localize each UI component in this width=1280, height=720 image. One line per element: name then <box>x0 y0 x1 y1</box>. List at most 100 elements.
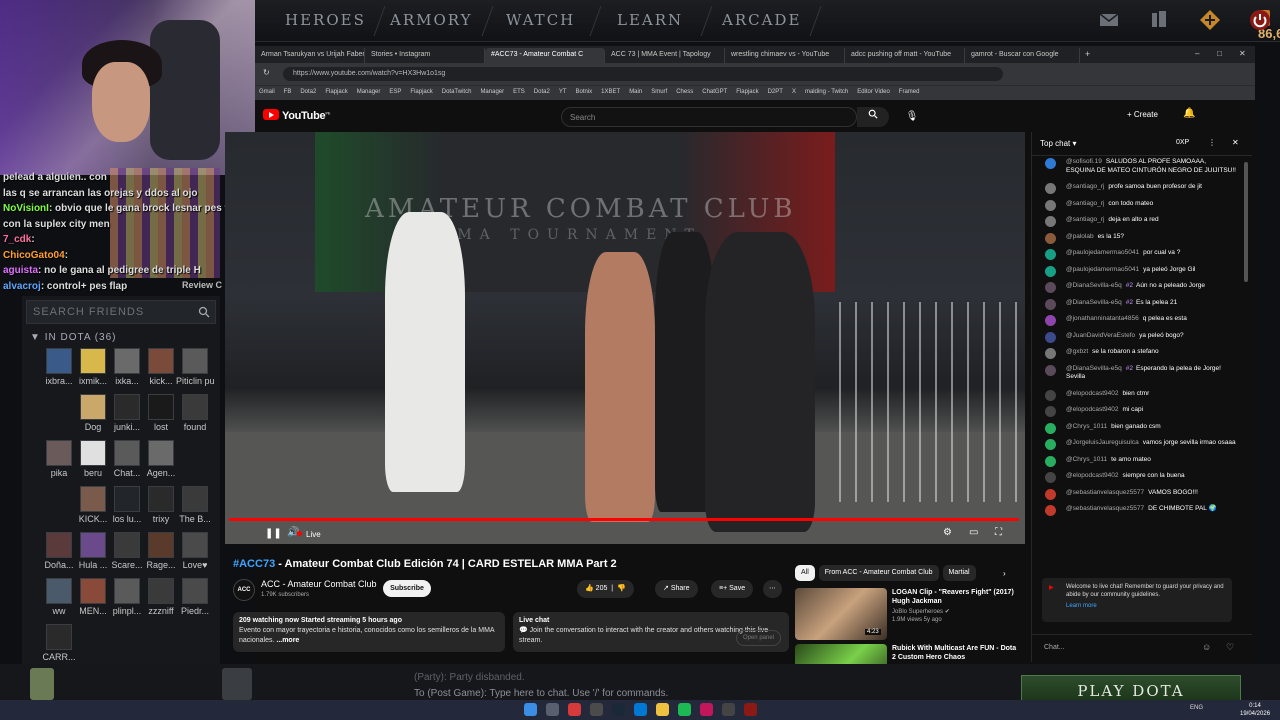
friend-entry[interactable]: MEN... <box>74 578 112 624</box>
maximize-icon[interactable]: □ <box>1217 49 1222 58</box>
bookmark-item[interactable]: Gmail <box>259 89 275 95</box>
friend-entry[interactable]: beru <box>74 440 112 486</box>
browser-tab[interactable]: Stories • Instagram <box>365 48 485 63</box>
more-actions-icon[interactable]: ⋯ <box>763 580 782 598</box>
friend-entry[interactable]: Love♥ <box>176 532 214 578</box>
friend-entry[interactable]: trixy <box>142 486 180 532</box>
close-window-icon[interactable]: ✕ <box>1239 49 1246 58</box>
bookmark-item[interactable]: Manager <box>357 89 381 95</box>
title-hashtag[interactable]: #ACC73 <box>233 558 275 570</box>
chat-author[interactable]: @elopodcast9402 <box>1066 406 1119 413</box>
dislike-icon[interactable]: 👎 <box>617 585 626 592</box>
youtube-logo[interactable]: YouTubePE <box>263 109 330 122</box>
chat-scrollbar[interactable] <box>1244 162 1248 282</box>
power-icon[interactable] <box>1249 9 1271 31</box>
top-chat-dropdown[interactable]: Top chat ▾ <box>1040 139 1077 148</box>
friend-entry[interactable]: ixbra... <box>40 348 78 394</box>
save-button[interactable]: ≡+ Save <box>711 580 754 598</box>
bookmark-item[interactable]: DotaTwitch <box>442 89 472 95</box>
bookmark-item[interactable]: Flapjack <box>736 89 758 95</box>
bookmark-item[interactable]: Dota2 <box>534 89 550 95</box>
chat-message[interactable]: @paulojedamermao5041 ya peleó Jorge Gil <box>1032 265 1242 277</box>
chat-message[interactable]: @elopodcast9402 siempre con la buena <box>1032 472 1242 483</box>
chip-from-channel[interactable]: From ACC - Amateur Combat Club <box>818 565 939 581</box>
bookmark-item[interactable]: Framed <box>899 89 920 95</box>
minimize-icon[interactable]: – <box>1195 49 1199 58</box>
chat-avatar[interactable] <box>1045 315 1056 326</box>
friend-entry[interactable]: Agen... <box>142 440 180 486</box>
open-panel-button[interactable]: Open panel <box>735 630 781 646</box>
language-indicator[interactable]: ENG <box>1190 705 1203 711</box>
friend-entry[interactable]: plinpl... <box>108 578 146 624</box>
chat-author[interactable]: @elopodcast9402 <box>1066 472 1119 479</box>
chat-message[interactable]: @DianaSevilla-e5q #2 Esperando la pelea de… <box>1032 364 1242 382</box>
friend-entry[interactable]: ixmik... <box>74 348 112 394</box>
chat-message[interactable]: @santiago_rj deja en alto a red <box>1032 216 1242 227</box>
friends-group-header[interactable]: ▼ IN DOTA (36) <box>30 332 117 343</box>
chat-author[interactable]: @santiago_rj <box>1066 183 1104 190</box>
party-portrait[interactable] <box>222 668 252 700</box>
chat-message[interactable]: @JuanDavidVeraEstefo ya peleó bogo? <box>1032 331 1242 343</box>
close-chat-icon[interactable]: ✕ <box>1232 138 1239 147</box>
chat-author[interactable]: @jonathanninatanta4856 <box>1066 315 1139 322</box>
friend-entry[interactable]: Piedr... <box>176 578 214 624</box>
friend-entry[interactable]: pika <box>40 440 78 486</box>
browser-tab[interactable]: gamrot - Buscar con Google <box>965 48 1080 63</box>
friend-entry[interactable]: lost <box>142 394 180 440</box>
bookmark-item[interactable]: Botnix <box>575 89 592 95</box>
chat-message[interactable]: @sofisofi.19 SALUDOS AL PROFE SAMOAAA, ES… <box>1032 158 1242 175</box>
system-clock[interactable]: 0:14 19/04/2026 <box>1240 702 1270 718</box>
bookmark-item[interactable]: ETS <box>513 89 525 95</box>
bookmark-item[interactable]: ChatGPT <box>702 89 727 95</box>
post-game-chat-input[interactable]: To (Post Game): Type here to chat. Use '… <box>414 688 668 699</box>
chat-author[interactable]: @Chrys_1011 <box>1066 423 1107 430</box>
chat-author[interactable]: @santiago_rj <box>1066 200 1104 207</box>
subscribe-button[interactable]: Subscribe <box>383 580 431 597</box>
bookmark-item[interactable]: 1XBET <box>601 89 620 95</box>
app-icon[interactable] <box>568 703 581 716</box>
chat-author[interactable]: @sofisofi.19 <box>1066 158 1102 165</box>
friend-entry[interactable]: Dog <box>74 394 112 440</box>
share-button[interactable]: ↗ Share <box>655 580 698 598</box>
bookmark-item[interactable]: Chess <box>676 89 693 95</box>
browser-tab-active[interactable]: #ACC73 - Amateur Combat C <box>485 48 605 63</box>
emoji-icon[interactable]: ☺ <box>1202 642 1211 652</box>
friend-entry[interactable]: Chat... <box>108 440 146 486</box>
chat-message[interactable]: @paulojedamermao5041 por cual va ? <box>1032 249 1242 260</box>
chat-author[interactable]: @santiago_rj <box>1066 216 1104 223</box>
chat-message[interactable]: @santiago_rj profe samoa buen profesor de… <box>1032 183 1242 194</box>
app-icon[interactable] <box>590 703 603 716</box>
friend-entry[interactable]: KICK... <box>74 486 112 532</box>
pause-icon[interactable]: ❚❚ <box>265 528 282 539</box>
nav-arcade[interactable]: ARCADE <box>722 11 801 29</box>
chat-message[interactable]: @Chrys_1011 bien ganado csm <box>1032 422 1242 434</box>
chat-message[interactable]: @DianaSevilla-e5q #2 Es la pelea 21 <box>1032 298 1242 310</box>
bookmark-item[interactable]: YT <box>559 89 567 95</box>
search-button[interactable] <box>857 107 889 127</box>
friend-entry[interactable]: Rage... <box>142 532 180 578</box>
xp-badge[interactable]: 0XP <box>1176 139 1189 146</box>
armory-icon[interactable] <box>1148 9 1170 31</box>
bookmark-item[interactable]: FB <box>284 89 292 95</box>
friend-entry[interactable]: found <box>176 394 214 440</box>
chat-message[interactable]: @JorgeluisJaureguisulca vamos jorge sevil… <box>1032 439 1242 450</box>
app-icon[interactable] <box>700 703 713 716</box>
chat-avatar[interactable] <box>1045 249 1056 260</box>
chat-avatar[interactable] <box>1045 455 1056 467</box>
chat-message[interactable]: @elopodcast9402 mi capi <box>1032 406 1242 417</box>
dota-icon[interactable] <box>744 703 757 716</box>
chat-message[interactable]: @sebastianvelasquez5577 VAMOS BOGO!!! <box>1032 488 1242 500</box>
chat-avatar[interactable] <box>1045 505 1056 516</box>
steam-icon[interactable] <box>612 703 625 716</box>
mail-icon[interactable] <box>1098 9 1120 31</box>
like-button[interactable]: 👍 205 | 👎 <box>577 580 634 598</box>
chat-author[interactable]: @DianaSevilla-e5q <box>1066 365 1122 372</box>
chat-author[interactable]: @sebastianvelasquez5577 <box>1066 505 1144 512</box>
channel-name[interactable]: ACC - Amateur Combat Club <box>261 579 377 589</box>
nav-learn[interactable]: LEARN <box>617 11 683 29</box>
chat-avatar[interactable] <box>1045 488 1056 500</box>
new-tab-icon[interactable]: + <box>1085 49 1090 59</box>
chat-author[interactable]: @elopodcast9402 <box>1066 390 1119 397</box>
spotify-icon[interactable] <box>678 703 691 716</box>
chat-author[interactable]: @gxbzt <box>1066 348 1088 355</box>
